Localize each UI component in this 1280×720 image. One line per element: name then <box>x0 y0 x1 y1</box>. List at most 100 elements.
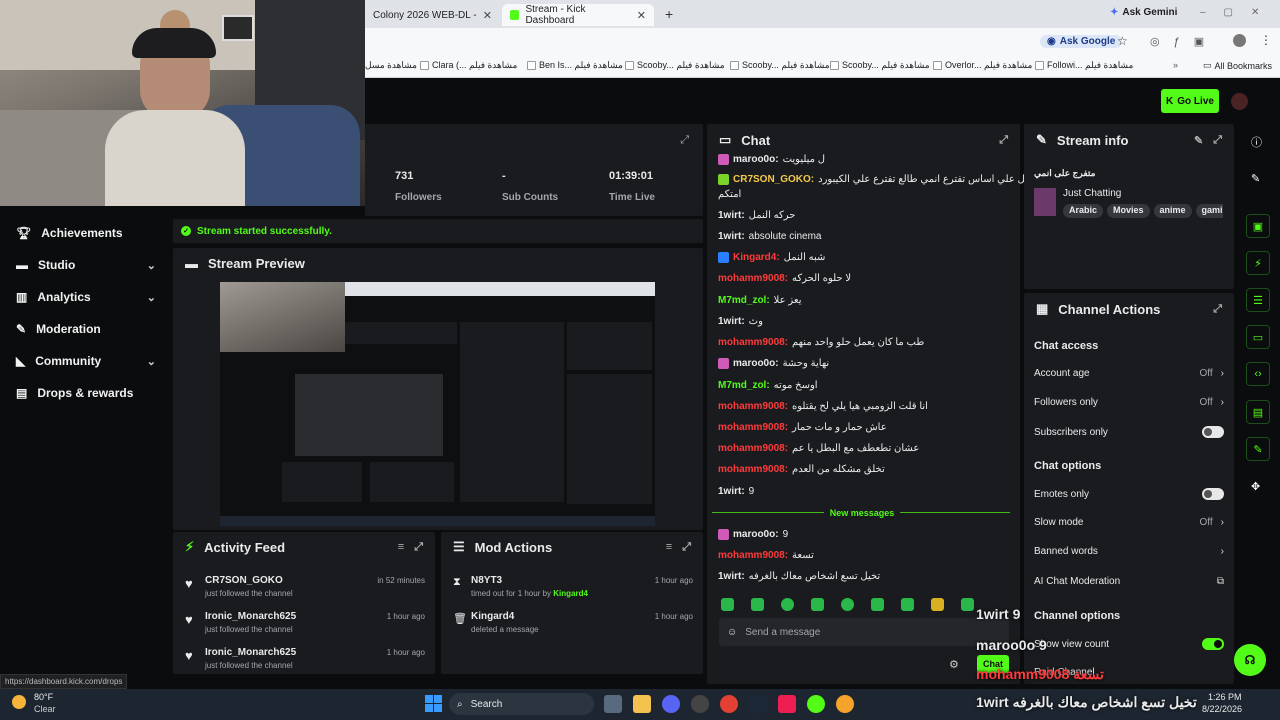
file-explorer-icon[interactable] <box>633 695 651 713</box>
tag[interactable]: gami <box>1195 204 1223 218</box>
emotes-only-toggle[interactable] <box>1202 488 1224 500</box>
menu-kebab-icon[interactable]: ⋮ <box>1260 33 1272 47</box>
settings-gear-icon[interactable]: ⚙ <box>949 658 959 671</box>
taskbar-search[interactable]: ⌕ Search <box>449 693 594 715</box>
emote-icon[interactable] <box>871 598 884 611</box>
popout-icon[interactable]: ⤢ <box>414 541 423 554</box>
chat-username[interactable]: mohamm9008: <box>718 337 788 348</box>
emote-icon[interactable] <box>841 598 854 611</box>
filter-icon[interactable]: ≡ <box>398 541 404 553</box>
chat-username[interactable]: maroo0o: <box>733 358 779 369</box>
tag[interactable]: Movies <box>1107 204 1150 218</box>
chat-username[interactable]: M7md_zol: <box>718 295 770 306</box>
info-icon[interactable]: ⓘ <box>1251 134 1262 150</box>
code-icon[interactable]: ‹› <box>1246 362 1270 386</box>
account-age-row[interactable]: Account age Off › <box>1034 368 1224 379</box>
chat-username[interactable]: mohamm9008: <box>718 464 788 475</box>
emote-icon[interactable] <box>931 598 944 611</box>
app-icon[interactable] <box>836 695 854 713</box>
window-controls[interactable]: –▢✕ <box>1200 7 1277 18</box>
bookmark-item[interactable]: Scooby... مشاهدة فيلم <box>625 60 725 71</box>
task-view-icon[interactable] <box>604 695 622 713</box>
edit-icon[interactable]: ✎ <box>1194 134 1203 147</box>
activity-user[interactable]: CR7SON_GOKO <box>205 575 283 586</box>
chat-username[interactable]: CR7SON_GOKO: <box>733 174 814 185</box>
kick-app-icon[interactable] <box>807 695 825 713</box>
chrome-icon[interactable] <box>720 695 738 713</box>
bookmark-item[interactable]: Scooby... مشاهدة فيلم <box>830 60 930 71</box>
sidebar-item-community[interactable]: ◣ Community ⌄ <box>16 354 156 368</box>
pencil-icon[interactable]: ✎ <box>1251 172 1260 185</box>
chat-username[interactable]: 1wirt: <box>718 231 745 242</box>
chat-username[interactable]: mohamm9008: <box>718 443 788 454</box>
bookmark-item[interactable]: Scooby... مشاهدة فيلم <box>730 60 830 71</box>
wrench-icon[interactable]: ✎ <box>1246 437 1270 461</box>
popout-icon[interactable]: ⤢ <box>1213 303 1222 316</box>
chat-username[interactable]: mohamm9008: <box>718 422 788 433</box>
emoji-icon[interactable]: ☺ <box>727 627 737 638</box>
mod-user[interactable]: N8YT3 <box>471 575 502 586</box>
popout-icon[interactable]: ⤢ <box>1213 134 1222 147</box>
view-count-toggle[interactable] <box>1202 638 1224 650</box>
go-live-button[interactable]: K Go Live <box>1161 89 1219 113</box>
all-bookmarks[interactable]: ▭ All Bookmarks <box>1203 60 1272 71</box>
ask-google-button[interactable]: ◉ Ask Google <box>1040 35 1123 48</box>
sidebar-item-drops[interactable]: ▤ Drops & rewards <box>16 386 156 400</box>
chat-icon[interactable]: ▭ <box>1246 325 1270 349</box>
sidebar-item-achievements[interactable]: 🏆︎ Achievements <box>16 226 156 240</box>
sidebar-item-studio[interactable]: ▬ Studio ⌄ <box>16 258 156 272</box>
chat-username[interactable]: maroo0o: <box>733 529 779 540</box>
profile-avatar[interactable] <box>1233 34 1246 47</box>
extension-icons[interactable]: ◎ƒ▣ <box>1150 35 1218 48</box>
chat-username[interactable]: mohamm9008: <box>718 550 788 561</box>
sidebar-item-moderation[interactable]: ✎ Moderation <box>16 322 156 336</box>
bookmark-item[interactable]: مشاهدة مسل <box>365 60 417 71</box>
list-icon[interactable]: ☰ <box>1246 288 1270 312</box>
clock-time[interactable]: 1:26 PM <box>1208 692 1242 702</box>
activity-user[interactable]: Ironic_Monarch625 <box>205 611 296 622</box>
browser-tab-active[interactable]: Stream - Kick Dashboard ✕ <box>502 4 654 26</box>
chevron-right-icon[interactable]: » <box>1173 60 1178 70</box>
avatar[interactable] <box>1231 93 1248 110</box>
sidebar-item-analytics[interactable]: ▥ Analytics ⌄ <box>16 290 156 304</box>
ai-moderation-row[interactable]: AI Chat Moderation ⧉ <box>1034 576 1224 587</box>
popout-icon[interactable]: ⤢ <box>682 541 691 554</box>
bookmark-item[interactable]: Ben Is... مشاهدة فيلم <box>527 60 623 71</box>
banned-words-row[interactable]: Banned words › <box>1034 546 1224 557</box>
obs-icon[interactable] <box>691 695 709 713</box>
category-name[interactable]: Just Chatting <box>1063 188 1121 199</box>
ask-gemini-button[interactable]: ✦ Ask Gemini <box>1110 7 1177 18</box>
chat-username[interactable]: mohamm9008: <box>718 273 788 284</box>
subscribers-only-toggle[interactable] <box>1202 426 1224 438</box>
filter-icon[interactable]: ≡ <box>666 541 672 553</box>
emote-icon[interactable] <box>751 598 764 611</box>
weather-temp[interactable]: 80°F <box>34 692 53 702</box>
bookmark-star-icon[interactable]: ☆ <box>1117 34 1128 48</box>
puzzle-icon[interactable]: ✥ <box>1251 480 1260 493</box>
category-thumbnail[interactable] <box>1034 188 1056 216</box>
chat-username[interactable]: Kingard4: <box>733 252 780 263</box>
new-messages-label[interactable]: New messages <box>823 508 901 518</box>
chat-username[interactable]: 1wirt: <box>718 316 745 327</box>
tiktok-icon[interactable] <box>778 695 796 713</box>
monitor-icon[interactable]: ▣ <box>1246 214 1270 238</box>
close-icon[interactable]: ✕ <box>637 9 646 22</box>
slow-mode-row[interactable]: Slow mode Off › <box>1034 517 1224 528</box>
followers-only-row[interactable]: Followers only Off › <box>1034 397 1224 408</box>
steam-icon[interactable] <box>749 695 767 713</box>
bookmark-item[interactable]: Overlor... مشاهدة فيلم <box>933 60 1032 71</box>
bookmark-item[interactable]: Clara (... مشاهدة فيلم <box>420 60 517 71</box>
chat-username[interactable]: 1wirt: <box>718 571 745 582</box>
close-icon[interactable]: ✕ <box>483 9 492 22</box>
support-chat-button[interactable]: ☊ <box>1234 644 1266 676</box>
browser-tab[interactable]: Colony 2026 WEB-DL - [r.cima ✕ <box>365 4 500 26</box>
new-tab-icon[interactable]: + <box>665 6 673 22</box>
tag[interactable]: anime <box>1153 204 1192 218</box>
chat-username[interactable]: M7md_zol: <box>718 380 770 391</box>
chat-username[interactable]: 1wirt: <box>718 486 745 497</box>
discord-icon[interactable] <box>662 695 680 713</box>
tag[interactable]: Arabic <box>1063 204 1104 218</box>
windows-start-icon[interactable] <box>425 695 442 712</box>
chat-username[interactable]: maroo0o: <box>733 154 779 165</box>
chat-input[interactable]: ☺ Send a message <box>719 618 1009 646</box>
